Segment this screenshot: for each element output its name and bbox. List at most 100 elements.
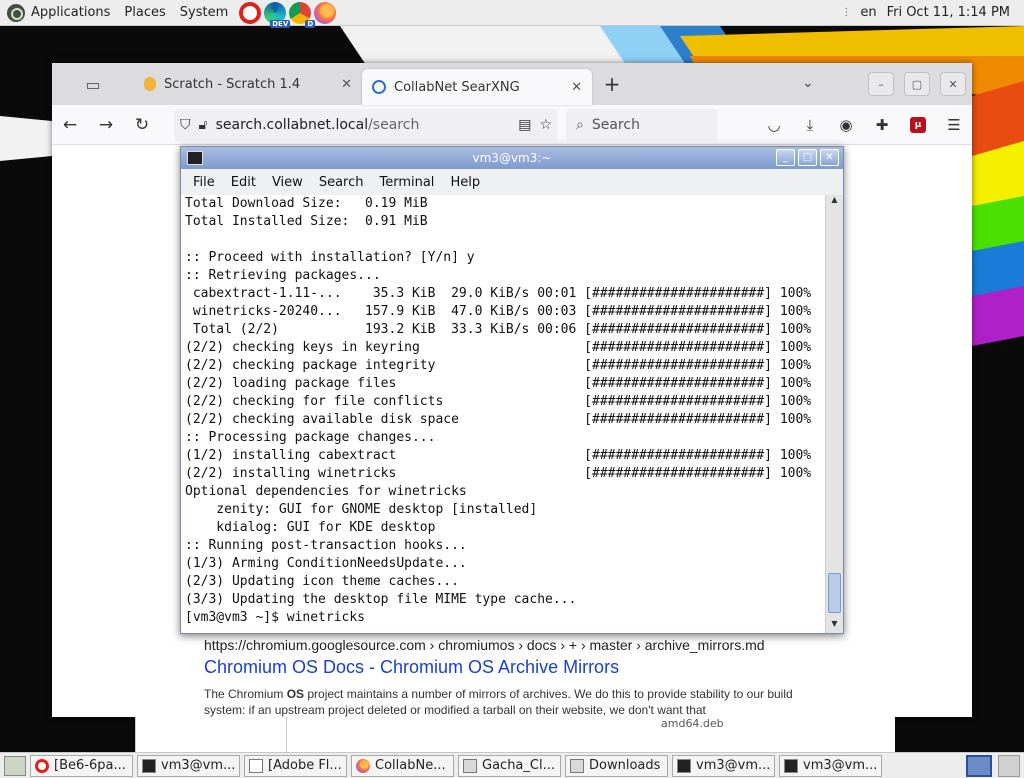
places-menu[interactable]: Places [117, 0, 172, 26]
tab-collabnet-searxng[interactable]: CollabNet SearXNG ✕ [362, 69, 592, 105]
file-name[interactable]: amd64.deb [661, 717, 724, 730]
menu-file[interactable]: File [193, 175, 215, 190]
launcher-group: DEV D [239, 1, 337, 28]
ublock-icon[interactable]: μ [900, 105, 936, 145]
close-window-button[interactable]: ✕ [940, 72, 966, 96]
terminal-line: kdialog: GUI for KDE desktop [185, 520, 436, 535]
taskbar-button-label: vm3@vm... [696, 758, 771, 773]
terminal-title: vm3@vm3:~ [472, 151, 552, 165]
minimize-button[interactable]: – [868, 72, 894, 96]
taskbar-button[interactable]: vm3@vm... [137, 754, 240, 777]
menu-terminal[interactable]: Terminal [379, 175, 434, 190]
taskbar-button[interactable]: [Adobe Fl... [244, 754, 347, 777]
tab-close-icon[interactable]: ✕ [571, 80, 582, 95]
scrollbar-thumb[interactable] [828, 573, 841, 613]
tab-scratch[interactable]: Scratch - Scratch 1.4 ✕ [134, 63, 362, 105]
show-desktop-button[interactable] [4, 755, 26, 776]
taskbar-button[interactable]: Gacha_Cl... [458, 754, 561, 777]
workspace-2[interactable] [998, 754, 1020, 777]
taskbar-button[interactable]: Downloads [565, 754, 668, 777]
workspace-1[interactable] [966, 754, 992, 777]
result-url[interactable]: https://chromium.googlesource.com › chro… [204, 637, 765, 653]
edge-dev-icon[interactable]: DEV [264, 1, 291, 28]
reader-view-icon[interactable]: ▤ [518, 117, 531, 133]
system-menu[interactable]: System [173, 0, 235, 26]
task-list: [Be6-6pa... vm3@vm... [Adobe Fl... CollabNe… [30, 754, 882, 777]
chrome-icon[interactable]: D [289, 1, 316, 28]
terminal-close-button[interactable]: ✕ [820, 149, 839, 166]
pocket-icon[interactable]: ◡ [756, 105, 792, 145]
menu-view[interactable]: View [272, 175, 303, 190]
bookmark-star-icon[interactable]: ☆ [539, 117, 552, 133]
terminal-line: Total Installed Size: 0.91 MiB [185, 214, 428, 229]
terminal-maximize-button[interactable]: □ [798, 149, 817, 166]
terminal-minimize-button[interactable]: _ [776, 149, 795, 166]
window-controls: – ▢ ✕ [868, 72, 966, 96]
forward-button[interactable]: → [88, 105, 124, 145]
chrome-badge: D [305, 19, 316, 28]
menu-search[interactable]: Search [319, 175, 364, 190]
terminal-line: (2/2) loading package files [###########… [185, 376, 812, 391]
applications-menu[interactable]: Applications [0, 0, 117, 26]
result-title-link[interactable]: Chromium OS Docs - Chromium OS Archive M… [204, 657, 619, 678]
opera-icon [35, 758, 49, 773]
downloads-icon[interactable]: ⤓ [792, 105, 828, 145]
terminal-line: winetricks-20240... 157.9 KiB 47.0 KiB/s… [185, 304, 812, 319]
taskbar-button-label: vm3@vm... [161, 758, 236, 773]
terminal-line: (1/3) Arming ConditionNeedsUpdate... [185, 556, 467, 571]
terminal-line: (3/3) Updating the desktop file MIME typ… [185, 592, 577, 607]
terminal-line: Optional dependencies for winetricks [185, 484, 467, 499]
taskbar-button-label: [Adobe Fl... [268, 758, 342, 773]
taskbar-button[interactable]: vm3@vm... [779, 754, 882, 777]
terminal-scrollbar[interactable]: ▲ ▼ [825, 195, 843, 633]
terminal-line: (2/2) checking available disk space [###… [185, 412, 812, 427]
snippet-before: The Chromium [204, 687, 287, 701]
tab-close-icon[interactable]: ✕ [341, 77, 352, 92]
firefox-icon [356, 758, 370, 773]
tab-list-button[interactable]: ▭ [52, 63, 134, 105]
url-bar[interactable]: ⛉ 🔓︎ search.collabnet.local/search ▤ ☆ [174, 108, 558, 141]
taskbar-button[interactable]: CollabNe... [351, 754, 454, 777]
account-icon[interactable]: ◉ [828, 105, 864, 145]
scroll-down-icon[interactable]: ▼ [826, 619, 843, 633]
tracking-shield-icon[interactable]: ⛉ [180, 117, 191, 133]
terminal-line: (2/3) Updating icon theme caches... [185, 574, 459, 589]
menu-edit[interactable]: Edit [231, 175, 256, 190]
firefox-icon[interactable] [314, 1, 337, 24]
search-icon: ⌕ [576, 116, 584, 133]
taskbar-button-label: [Be6-6pa... [54, 758, 126, 773]
terminal-line: cabextract-1.11-... 35.3 KiB 29.0 KiB/s … [185, 286, 812, 301]
clock[interactable]: Fri Oct 11, 1:14 PM [887, 5, 1010, 20]
terminal-output[interactable]: Total Download Size: 0.19 MiB Total Insta… [181, 195, 825, 633]
maximize-button[interactable]: ▢ [904, 72, 930, 96]
keyboard-layout-indicator[interactable]: en [860, 5, 876, 20]
terminal-window: vm3@vm3:~ _ □ ✕ File Edit View Search Te… [180, 146, 844, 634]
doc-icon [249, 758, 263, 773]
taskbar-button-label: vm3@vm... [803, 758, 878, 773]
opera-icon[interactable] [239, 1, 262, 24]
taskbar-button-label: Downloads [589, 758, 661, 773]
terminal-titlebar[interactable]: vm3@vm3:~ _ □ ✕ [181, 147, 843, 169]
new-tab-button[interactable]: + [592, 72, 632, 96]
insecure-lock-icon[interactable]: 🔓︎ [199, 117, 208, 133]
tab-overflow-chevron-icon[interactable]: ⌄ [802, 75, 814, 91]
reload-button[interactable]: ↻ [124, 105, 160, 145]
taskbar-button-label: CollabNe... [375, 758, 446, 773]
search-bar[interactable]: ⌕ Search [566, 108, 718, 141]
search-favicon-icon [372, 80, 386, 94]
terminal-line: :: Retrieving packages... [185, 268, 381, 283]
taskbar-button-label: Gacha_Cl... [482, 758, 555, 773]
scroll-up-icon[interactable]: ▲ [826, 195, 843, 209]
taskbar-button[interactable]: vm3@vm... [672, 754, 775, 777]
back-button[interactable]: ← [52, 105, 88, 145]
extensions-icon[interactable]: ✚ [864, 105, 900, 145]
url-host: search.collabnet.local [215, 116, 369, 133]
menu-help[interactable]: Help [450, 175, 480, 190]
scratch-favicon-icon [144, 77, 156, 91]
hamburger-menu-icon[interactable]: ☰ [936, 105, 972, 145]
term-icon [677, 758, 691, 773]
taskbar-button[interactable]: [Be6-6pa... [30, 754, 133, 777]
terminal-line: (2/2) checking keys in keyring [########… [185, 340, 812, 355]
term-icon [784, 758, 798, 773]
